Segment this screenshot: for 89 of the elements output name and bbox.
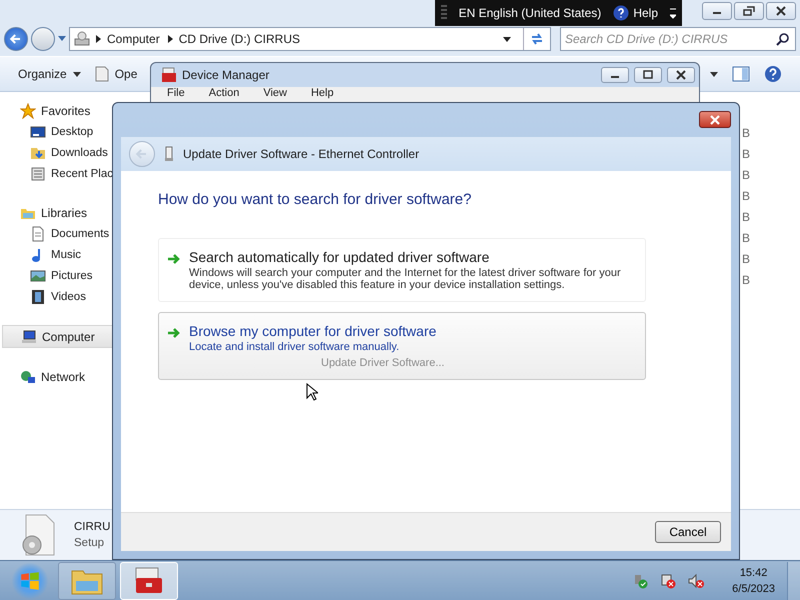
nav-item[interactable]: Pictures xyxy=(0,265,152,286)
menu-item[interactable]: View xyxy=(263,87,287,100)
option-title: Browse my computer for driver software xyxy=(189,323,438,339)
nav-item[interactable]: Downloads xyxy=(0,142,152,163)
preview-pane-icon[interactable] xyxy=(732,65,750,83)
nav-item[interactable]: Recent Plac xyxy=(0,163,152,184)
file-size: B xyxy=(742,252,750,268)
search-field[interactable]: Search CD Drive (D:) CIRRUS xyxy=(560,27,796,51)
file-size: B xyxy=(742,273,750,289)
clock[interactable]: 15:42 6/5/2023 xyxy=(732,565,775,597)
clock-time: 15:42 xyxy=(740,566,768,581)
videos-icon xyxy=(30,288,46,304)
options-icon[interactable] xyxy=(670,6,676,20)
file-name: CIRRU xyxy=(74,521,110,533)
toolbox-icon xyxy=(133,567,165,595)
forward-button[interactable] xyxy=(31,27,55,51)
restore-icon xyxy=(743,6,755,16)
address-bar[interactable]: Computer CD Drive (D:) CIRRUS xyxy=(69,27,551,51)
minimize-button[interactable] xyxy=(702,2,732,20)
language-selector[interactable]: EN English (United States) xyxy=(450,6,610,20)
file-size: B xyxy=(742,231,750,247)
close-icon xyxy=(775,6,787,16)
close-icon xyxy=(709,114,721,124)
arrow-icon xyxy=(167,327,181,339)
windows-logo-icon xyxy=(19,570,41,592)
recent-icon xyxy=(30,166,46,182)
open-button[interactable]: Ope xyxy=(94,66,138,82)
help-icon[interactable] xyxy=(764,65,782,83)
nav-item[interactable]: Libraries xyxy=(0,202,152,223)
option-description: Locate and install driver software manually. xyxy=(189,341,400,353)
fading-label: Update Driver Software... xyxy=(321,357,444,369)
pictures-icon xyxy=(30,268,46,284)
dialog-heading: How do you want to search for driver software? xyxy=(158,191,472,208)
file-type: Setup xyxy=(74,537,106,549)
dropdown-icon[interactable] xyxy=(503,36,511,42)
safely-remove-icon[interactable] xyxy=(632,573,648,589)
file-size: B xyxy=(742,189,750,205)
menu-item[interactable]: Action xyxy=(208,87,240,100)
help-icon xyxy=(613,5,630,21)
option-link[interactable] xyxy=(158,238,646,302)
nav-item[interactable]: Desktop xyxy=(0,121,152,142)
nav-item[interactable]: Music xyxy=(0,244,152,265)
maximize-icon xyxy=(642,70,654,80)
cancel-button[interactable]: Cancel xyxy=(655,521,721,543)
menu-item[interactable]: Help xyxy=(310,87,334,100)
clock-date: 6/5/2023 xyxy=(732,582,775,597)
caret-icon[interactable] xyxy=(710,72,718,76)
document-icon xyxy=(94,66,109,82)
star-icon xyxy=(20,102,36,118)
breadcrumb[interactable]: Computer xyxy=(107,32,160,46)
option-link[interactable]: Browse my computer for driver software Locate and install driver software manually. Update Driver Software... xyxy=(158,312,646,380)
chevron-icon xyxy=(96,35,101,43)
nav-item[interactable]: Favorites xyxy=(0,100,152,121)
nav-item[interactable]: Documents xyxy=(0,223,152,244)
nav-item[interactable]: Network xyxy=(0,366,152,387)
restore-button[interactable] xyxy=(734,2,764,20)
nav-item[interactable]: Videos xyxy=(0,286,152,307)
close-icon xyxy=(675,70,687,80)
organize-menu[interactable]: Organize xyxy=(18,67,81,81)
volume-muted-icon[interactable] xyxy=(688,573,704,589)
mouse-cursor-icon xyxy=(306,383,318,401)
file-size: B xyxy=(742,168,750,184)
close-button[interactable] xyxy=(667,67,695,83)
file-size: B xyxy=(742,126,750,142)
refresh-icon xyxy=(529,31,545,47)
computer-icon xyxy=(21,328,37,344)
network-disconnected-icon[interactable] xyxy=(660,573,676,589)
window-title: Device Manager xyxy=(182,68,270,82)
toolbox-icon xyxy=(161,67,177,83)
file-size: B xyxy=(742,210,750,226)
dialog-title: Update Driver Software - Ethernet Controller xyxy=(183,147,420,161)
network-adapter-icon xyxy=(165,146,173,162)
close-button[interactable] xyxy=(766,2,796,20)
help-button[interactable]: Help xyxy=(633,6,658,20)
breadcrumb[interactable]: CD Drive (D:) CIRRUS xyxy=(178,32,300,46)
option-description: Windows will search your computer and the Internet for the latest driver software for your device, unless you've disabled this feature in your device installation settings. xyxy=(189,267,622,291)
back-button[interactable] xyxy=(4,27,28,51)
close-button[interactable] xyxy=(699,111,731,128)
search-icon xyxy=(776,32,790,46)
file-size: B xyxy=(742,147,750,163)
chevron-icon xyxy=(168,35,173,43)
arrow-icon xyxy=(167,253,181,265)
menu-item[interactable]: File xyxy=(167,87,185,100)
maximize-button[interactable] xyxy=(634,67,662,83)
minimize-button[interactable] xyxy=(601,67,629,83)
option-title: Search automatically for updated driver software xyxy=(189,249,490,265)
caret-icon xyxy=(72,72,81,76)
document-icon xyxy=(30,226,46,242)
desktop-icon xyxy=(30,124,46,140)
